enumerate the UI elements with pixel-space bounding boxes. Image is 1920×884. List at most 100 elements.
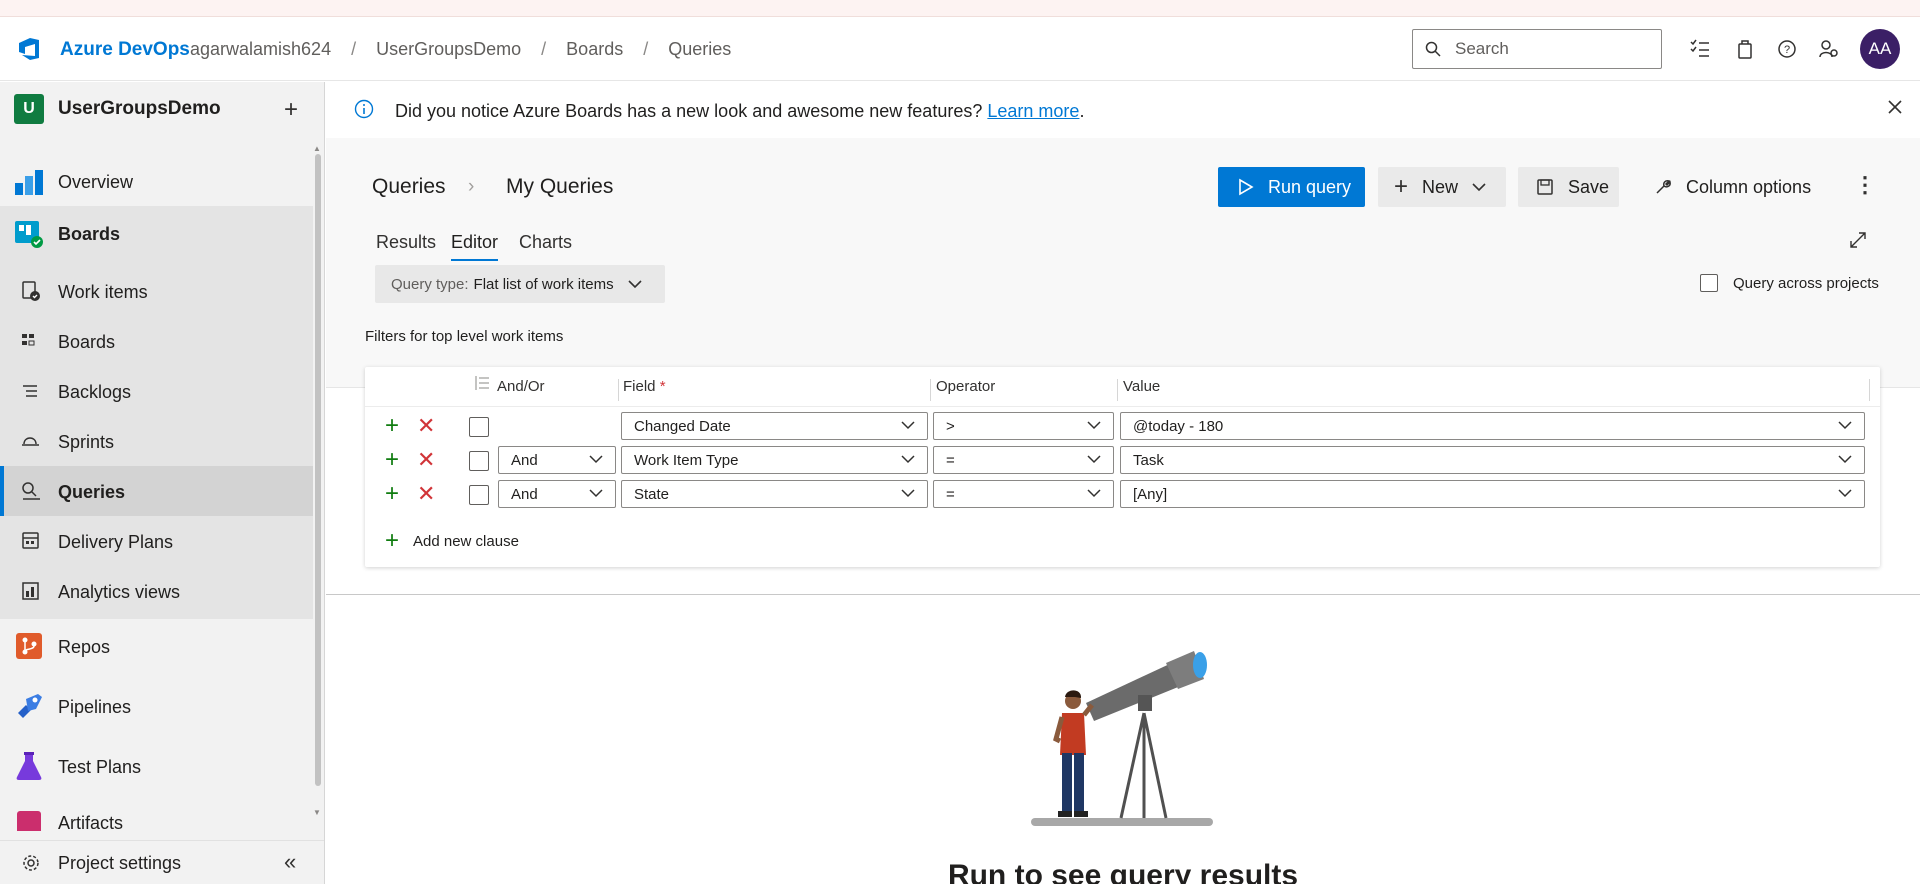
sidebar-item-test-plans[interactable]: Test Plans [0,741,313,791]
task-list-icon[interactable] [1688,37,1712,61]
scroll-down-icon[interactable]: ▼ [313,808,321,817]
close-icon[interactable] [1886,98,1904,121]
tab-editor[interactable]: Editor [451,232,499,261]
sidebar-item-pipelines[interactable]: Pipelines [0,681,313,731]
test-plans-icon [14,751,44,781]
play-icon [1239,178,1254,196]
chevron-down-icon [589,489,603,498]
value-dropdown[interactable]: @today - 180 [1120,412,1865,440]
field-dropdown[interactable]: Work Item Type [621,446,928,474]
sidebar-item-overview[interactable]: Overview [0,158,313,206]
search-input[interactable] [1455,39,1635,59]
new-button[interactable]: + New [1378,167,1506,207]
breadcrumb-org[interactable]: agarwalamish624 [190,39,331,60]
expand-icon[interactable] [1849,231,1867,254]
chevron-down-icon [901,421,915,430]
sidebar-item-label: Repos [58,637,111,657]
insert-clause-icon[interactable]: + [385,482,399,506]
column-header-field: Field * [623,378,666,395]
artifacts-icon [14,809,44,831]
and-or-dropdown[interactable]: And [498,446,616,474]
sidebar-item-queries[interactable]: Queries [0,466,313,516]
chevron-down-icon [1838,455,1852,464]
save-icon [1537,179,1553,195]
search-icon [1425,41,1441,57]
delete-clause-icon[interactable]: ✕ [417,483,435,505]
sidebar-item-analytics-views[interactable]: Analytics views [0,567,313,615]
results-area: Run to see query results [326,594,1920,884]
tab-results[interactable]: Results [376,232,436,259]
project-settings-row[interactable]: Project settings « [0,840,324,884]
insert-clause-icon[interactable]: + [385,414,399,438]
project-row[interactable]: U UserGroupsDemo + [0,82,324,136]
filters-title: Filters for top level work items [365,328,564,345]
header-divider [365,406,1880,407]
brand-name[interactable]: Azure DevOps [60,39,190,61]
breadcrumb-boards[interactable]: Boards [566,39,623,60]
user-avatar[interactable]: AA [1860,29,1900,69]
operator-value: = [946,451,955,469]
tab-charts[interactable]: Charts [519,232,572,259]
scroll-up-icon[interactable]: ▲ [313,144,321,153]
breadcrumb-project[interactable]: UserGroupsDemo [376,39,521,60]
value-dropdown[interactable]: [Any] [1120,480,1865,508]
project-avatar: U [14,94,44,124]
sidebar-item-delivery-plans[interactable]: Delivery Plans [0,517,313,565]
column-options-button[interactable]: Column options [1646,167,1836,207]
add-new-clause-button[interactable]: + Add new clause [385,529,519,553]
operator-dropdown[interactable]: = [933,480,1114,508]
field-dropdown[interactable]: State [621,480,928,508]
queries-breadcrumb-link[interactable]: Queries [372,175,446,199]
user-settings-icon[interactable] [1817,37,1841,61]
field-dropdown[interactable]: Changed Date [621,412,928,440]
operator-value: = [946,485,955,503]
operator-dropdown[interactable]: > [933,412,1114,440]
help-icon[interactable]: ? [1775,37,1799,61]
sidebar: U UserGroupsDemo + Overview Boards Work … [0,82,325,884]
boards-hub-icon [14,219,44,249]
delete-clause-icon[interactable]: ✕ [417,449,435,471]
query-type-dropdown[interactable]: Query type: Flat list of work items [375,265,665,303]
sidebar-item-label: Sprints [58,432,115,452]
sidebar-item-backlogs[interactable]: Backlogs [0,367,313,415]
group-clauses-icon[interactable] [474,375,490,396]
operator-dropdown[interactable]: = [933,446,1114,474]
sidebar-item-boards-hub[interactable]: Boards [0,210,313,258]
clause-checkbox[interactable] [469,485,489,505]
column-options-label: Column options [1686,176,1812,197]
shopping-bag-icon[interactable] [1733,37,1757,61]
chevron-right-icon: › [468,176,475,197]
project-name[interactable]: UserGroupsDemo [58,98,221,120]
sidebar-item-work-items[interactable]: Work items [0,267,313,315]
delete-clause-icon[interactable]: ✕ [417,415,435,437]
sidebar-item-sprints[interactable]: Sprints [0,417,313,465]
plus-icon: + [1394,173,1409,200]
column-header-operator: Operator [936,378,996,395]
sidebar-item-artifacts[interactable]: Artifacts [0,801,313,831]
value-dropdown[interactable]: Task [1120,446,1865,474]
sidebar-item-label: Delivery Plans [58,532,174,552]
run-query-button[interactable]: Run query [1218,167,1365,207]
breadcrumb-queries[interactable]: Queries [668,39,731,60]
and-or-dropdown[interactable]: And [498,480,616,508]
clause-checkbox[interactable] [469,451,489,471]
sidebar-item-boards[interactable]: Boards [0,317,313,365]
clause-checkbox[interactable] [469,417,489,437]
field-value: State [634,485,670,503]
repos-icon [14,631,44,661]
learn-more-link[interactable]: Learn more [987,101,1079,121]
clause-value: Task [1133,451,1164,469]
insert-clause-icon[interactable]: + [385,448,399,472]
sidebar-item-repos[interactable]: Repos [0,621,313,671]
query-across-projects-checkbox[interactable] [1700,274,1718,292]
sidebar-scrollbar[interactable] [315,154,321,786]
sidebar-item-label: Test Plans [58,757,142,777]
clause-row: + ✕ Changed Date > @today - 180 [365,410,1880,444]
add-icon[interactable]: + [284,96,298,124]
more-options-icon[interactable]: ⋮ [1854,174,1876,196]
collapse-sidebar-icon[interactable]: « [284,849,296,875]
save-button[interactable]: Save [1518,167,1619,207]
chevron-down-icon [1472,183,1486,192]
azure-devops-logo-icon[interactable] [16,36,42,62]
search-box[interactable] [1412,29,1662,69]
